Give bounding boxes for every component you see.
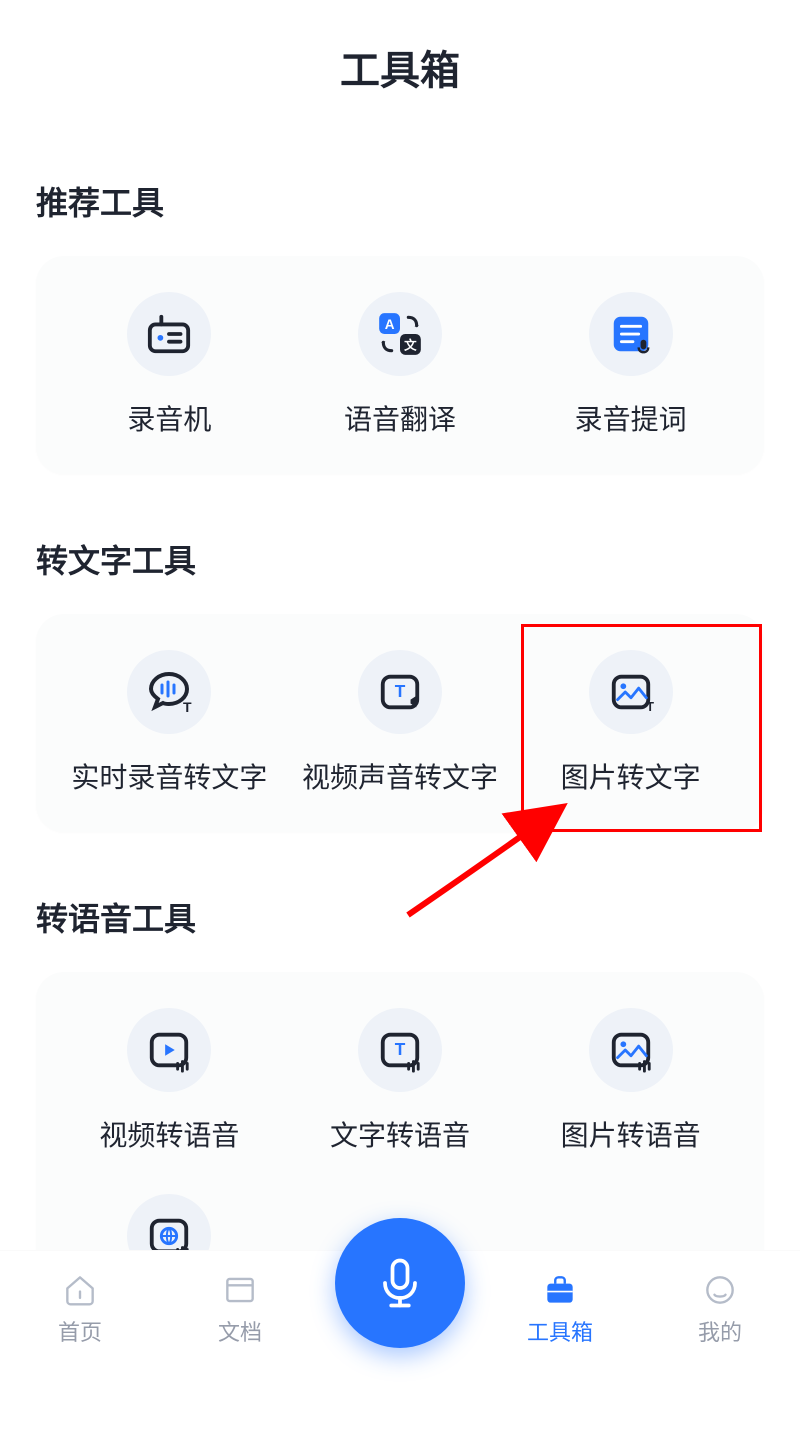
nav-label: 首页	[58, 1315, 102, 1347]
tool-label: 实时录音转文字	[71, 756, 267, 796]
tool-label: 录音机	[127, 398, 211, 438]
tool-label: 文字转语音	[330, 1114, 470, 1154]
nav-label: 工具箱	[527, 1315, 593, 1347]
speech-text-icon: T	[127, 650, 211, 734]
translate-icon: A 文	[358, 292, 442, 376]
tool-card: 录音机 A 文 语音翻译	[36, 256, 764, 474]
tool-image-to-voice[interactable]: 图片转语音	[515, 1008, 746, 1154]
section-title: 推荐工具	[36, 178, 764, 224]
tool-video-audio-to-text[interactable]: T 视频声音转文字	[285, 650, 516, 796]
text-voice-icon: T	[358, 1008, 442, 1092]
bottom-nav: 首页 文档 工具箱 我的	[0, 1250, 800, 1366]
section-title: 转语音工具	[36, 894, 764, 940]
nav-docs[interactable]: 文档	[160, 1271, 320, 1347]
svg-text:A: A	[385, 317, 395, 332]
briefcase-icon	[541, 1271, 579, 1309]
tool-voice-translate[interactable]: A 文 语音翻译	[285, 292, 516, 438]
doc-mic-icon	[589, 292, 673, 376]
microphone-icon	[370, 1253, 430, 1313]
section-to-text: 转文字工具 T 实时录音转文字 T	[36, 536, 764, 832]
tool-label: 语音翻译	[344, 398, 456, 438]
tool-record-prompt[interactable]: 录音提词	[515, 292, 746, 438]
nav-label: 文档	[218, 1315, 262, 1347]
tool-label: 录音提词	[575, 398, 687, 438]
svg-text:T: T	[183, 699, 192, 715]
video-voice-icon	[127, 1008, 211, 1092]
tool-video-to-voice[interactable]: 视频转语音	[54, 1008, 285, 1154]
tool-label: 视频声音转文字	[302, 756, 498, 796]
tool-realtime-to-text[interactable]: T 实时录音转文字	[54, 650, 285, 796]
tool-card: T 实时录音转文字 T 视频声音转文字	[36, 614, 764, 832]
section-title: 转文字工具	[36, 536, 764, 582]
svg-text:T: T	[395, 681, 406, 701]
page-header: 工具箱	[0, 0, 800, 116]
tool-label: 视频转语音	[99, 1114, 239, 1154]
nav-record-center[interactable]	[320, 1270, 480, 1348]
page-title: 工具箱	[0, 38, 800, 96]
folder-icon	[221, 1271, 259, 1309]
video-text-icon: T	[358, 650, 442, 734]
svg-text:T: T	[395, 1039, 406, 1059]
radio-icon	[127, 292, 211, 376]
image-text-icon: T	[589, 650, 673, 734]
section-recommended: 推荐工具 录音机 A	[36, 178, 764, 474]
nav-me[interactable]: 我的	[640, 1271, 800, 1347]
tool-text-to-voice[interactable]: T 文字转语音	[285, 1008, 516, 1154]
home-icon	[61, 1271, 99, 1309]
svg-text:T: T	[646, 700, 654, 714]
nav-home[interactable]: 首页	[0, 1271, 160, 1347]
record-button[interactable]	[335, 1218, 465, 1348]
tool-label: 图片转语音	[561, 1114, 701, 1154]
tool-recorder[interactable]: 录音机	[54, 292, 285, 438]
tool-image-to-text[interactable]: T 图片转文字	[515, 650, 746, 796]
nav-label: 我的	[698, 1315, 742, 1347]
profile-icon	[701, 1271, 739, 1309]
svg-text:文: 文	[404, 338, 417, 353]
tool-label: 图片转文字	[561, 756, 701, 796]
image-voice-icon	[589, 1008, 673, 1092]
nav-toolbox[interactable]: 工具箱	[480, 1271, 640, 1347]
